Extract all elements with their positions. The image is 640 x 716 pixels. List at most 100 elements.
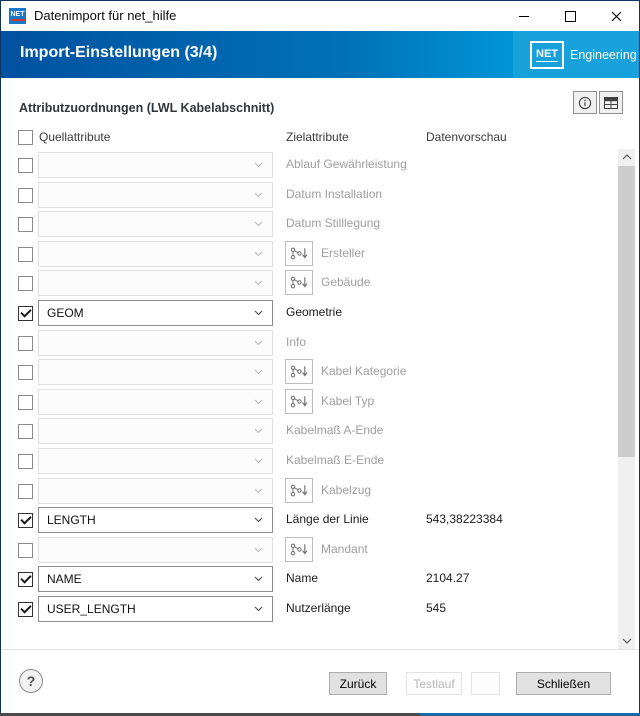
app-icon: NET (9, 8, 26, 24)
scrollbar-thumb[interactable] (618, 166, 635, 457)
row-checkbox[interactable] (18, 305, 33, 321)
close-icon (611, 11, 621, 21)
value-mapping-button[interactable] (285, 359, 313, 385)
value-mapping-button[interactable] (285, 240, 313, 266)
row-checkbox[interactable] (18, 601, 33, 617)
source-dropdown[interactable] (38, 181, 273, 208)
row-checkbox[interactable] (18, 542, 33, 558)
screen: NET Datenimport für net_hilfe Import-Ein… (0, 0, 640, 716)
value-mapping-icon (290, 543, 308, 556)
source-dropdown[interactable]: USER_LENGTH (38, 595, 273, 622)
source-dropdown[interactable] (38, 270, 273, 297)
target-label: Kabelmaß E-Ende (286, 452, 385, 467)
source-dropdown[interactable] (38, 477, 273, 504)
dropdown-chevron-icon (254, 517, 263, 523)
source-dropdown[interactable] (38, 211, 273, 238)
source-dropdown[interactable] (38, 152, 273, 178)
dropdown-chevron-icon (254, 310, 263, 316)
value-mapping-button[interactable] (285, 388, 313, 414)
source-dropdown[interactable]: LENGTH (38, 507, 273, 534)
maximize-button[interactable] (547, 1, 593, 31)
mapping-rows: Ablauf Gewährleistung Datum Installation… (1, 152, 639, 626)
mapping-row: Kabel Kategorie (1, 359, 639, 386)
dropdown-chevron-icon (254, 428, 263, 434)
row-checkbox[interactable] (18, 335, 33, 351)
close-dialog-button[interactable]: Schließen (516, 672, 611, 695)
target-label: Kabel Kategorie (321, 364, 407, 379)
source-dropdown[interactable] (38, 329, 273, 356)
row-checkbox[interactable] (18, 483, 33, 499)
target-label: Ersteller (321, 245, 366, 260)
scroll-down-button[interactable] (618, 633, 635, 649)
table-view-button[interactable] (599, 91, 623, 114)
mapping-row: USER_LENGTH Nutzerlänge 545 (1, 595, 639, 622)
dialog-footer: ? Zurück Testlauf Schließen (1, 649, 639, 713)
target-label: Info (286, 334, 307, 349)
mapping-row: Kabelmaß A-Ende (1, 418, 639, 445)
dropdown-chevron-icon (254, 251, 263, 257)
source-dropdown[interactable] (38, 240, 273, 267)
preview-value: 543,38223384 (426, 512, 503, 527)
row-checkbox[interactable] (18, 158, 33, 173)
value-mapping-button[interactable] (285, 270, 313, 296)
row-checkbox[interactable] (18, 276, 33, 292)
value-mapping-icon (290, 484, 308, 496)
mapping-row: Kabelmaß E-Ende (1, 447, 639, 474)
back-button[interactable]: Zurück (329, 672, 387, 695)
titlebar: NET Datenimport für net_hilfe (1, 1, 639, 31)
dropdown-chevron-icon (254, 576, 263, 582)
row-checkbox[interactable] (18, 394, 33, 410)
brand-logo-word: Engineering (570, 48, 637, 62)
value-mapping-button[interactable] (285, 477, 313, 503)
row-checkbox[interactable] (18, 217, 33, 233)
source-dropdown-value: USER_LENGTH (47, 601, 136, 616)
source-dropdown-value: LENGTH (47, 513, 96, 528)
mapping-row: Ablauf Gewährleistung (1, 152, 639, 178)
source-dropdown[interactable]: GEOM (38, 299, 273, 326)
dropdown-chevron-icon (254, 162, 263, 168)
mapping-panel: Attributzuordnungen (LWL Kabelabschnitt)… (1, 78, 639, 649)
source-dropdown[interactable]: NAME (38, 566, 273, 593)
value-mapping-icon (290, 247, 308, 260)
source-dropdown[interactable] (38, 536, 273, 563)
value-mapping-icon (290, 365, 308, 378)
mapping-row: Kabel Typ (1, 388, 639, 415)
close-button[interactable] (593, 1, 639, 31)
brand-logo-box: NET (530, 41, 564, 69)
dropdown-chevron-icon (254, 280, 263, 286)
source-dropdown[interactable] (38, 447, 273, 474)
source-dropdown[interactable] (38, 418, 273, 445)
target-label: Datum Stilllegung (286, 216, 381, 231)
help-button[interactable]: ? (19, 669, 43, 693)
select-all-checkbox[interactable] (18, 130, 33, 145)
row-checkbox[interactable] (18, 187, 33, 203)
row-checkbox[interactable] (18, 365, 33, 381)
preview-value: 545 (426, 600, 447, 615)
row-checkbox[interactable] (18, 572, 33, 588)
mapping-row: GEOM Geometrie (1, 299, 639, 326)
target-label: Name (286, 571, 319, 586)
column-header-row: Quellattribute Zielattribute Datenvorsch… (1, 129, 639, 147)
row-checkbox[interactable] (18, 513, 33, 529)
vertical-scrollbar[interactable] (618, 149, 635, 649)
spare-button (471, 672, 500, 695)
target-label: Datum Installation (286, 186, 383, 201)
row-checkbox[interactable] (18, 424, 33, 440)
brand-logo: NET Engineering (530, 41, 637, 69)
mapping-row: Kabelzug (1, 477, 639, 504)
minimize-button[interactable] (501, 1, 547, 31)
value-mapping-button[interactable] (285, 536, 313, 562)
wizard-header: Import-Einstellungen (3/4) NET Engineeri… (1, 31, 639, 78)
row-checkbox[interactable] (18, 246, 33, 262)
column-preview: Datenvorschau (426, 130, 507, 144)
info-button[interactable] (573, 91, 597, 114)
section-title: Attributzuordnungen (LWL Kabelabschnitt) (19, 101, 275, 115)
target-label: Geometrie (286, 304, 343, 319)
dropdown-chevron-icon (254, 192, 263, 198)
source-dropdown[interactable] (38, 388, 273, 415)
source-dropdown[interactable] (38, 359, 273, 386)
mapping-row: Gebäude (1, 270, 639, 297)
scroll-up-button[interactable] (618, 149, 635, 165)
row-checkbox[interactable] (18, 453, 33, 469)
preview-value: 2104.27 (426, 571, 470, 586)
